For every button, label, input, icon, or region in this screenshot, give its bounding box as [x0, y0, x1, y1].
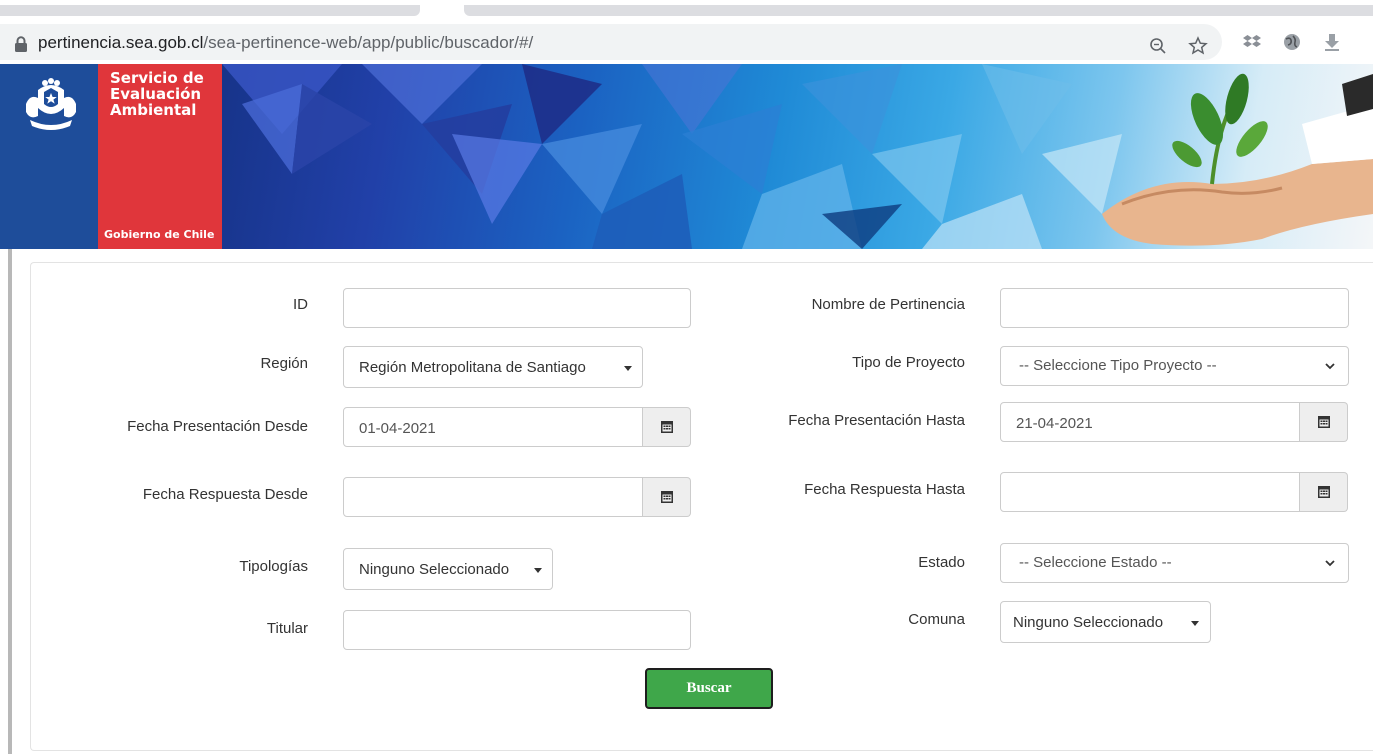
estado-select[interactable]: -- Seleccione Estado --	[1000, 543, 1349, 583]
calendar-icon	[660, 491, 673, 503]
browser-tab[interactable]	[464, 5, 1373, 16]
tipo-proyecto-selected: -- Seleccione Tipo Proyecto --	[1019, 357, 1217, 374]
gobierno-de-chile-text: Gobierno de Chile	[104, 228, 215, 241]
calendar-button[interactable]	[1300, 402, 1348, 442]
fecha-respuesta-hasta-label: Fecha Respuesta Hasta	[804, 481, 965, 498]
tipologias-dropdown[interactable]: Ninguno Seleccionado	[343, 548, 553, 590]
caret-down-icon	[534, 568, 542, 573]
fecha-respuesta-hasta-input[interactable]	[1000, 472, 1300, 512]
browser-tab[interactable]	[0, 5, 420, 16]
extension-globe-icon[interactable]	[1280, 30, 1304, 54]
chevron-down-icon	[1325, 363, 1335, 370]
calendar-icon	[1317, 416, 1330, 428]
fecha-presentacion-hasta-label: Fecha Presentación Hasta	[788, 412, 965, 429]
fecha-presentacion-desde-input[interactable]: 01-04-2021	[343, 407, 643, 447]
page-left-border	[8, 249, 12, 754]
tipologias-label: Tipologías	[239, 558, 308, 575]
calendar-icon	[660, 421, 673, 433]
fecha-presentacion-hasta-value: 21-04-2021	[1016, 415, 1093, 432]
fecha-respuesta-desde-label: Fecha Respuesta Desde	[142, 486, 308, 503]
id-label: ID	[293, 296, 308, 313]
extension-dropbox-icon[interactable]	[1240, 30, 1264, 54]
download-icon[interactable]	[1320, 30, 1344, 54]
calendar-button[interactable]	[1300, 472, 1348, 512]
calendar-icon	[1317, 486, 1330, 498]
region-label: Región	[260, 355, 308, 372]
fecha-presentacion-hasta-input[interactable]: 21-04-2021	[1000, 402, 1300, 442]
tipo-proyecto-label: Tipo de Proyecto	[852, 354, 965, 371]
url-path: /sea-pertinence-web/app/public/buscador/…	[203, 33, 534, 52]
buscar-button[interactable]: Buscar	[645, 668, 773, 709]
nombre-pertinencia-label: Nombre de Pertinencia	[811, 296, 965, 313]
browser-tabstrip	[0, 0, 1373, 20]
nombre-pertinencia-input[interactable]	[1000, 288, 1349, 328]
tipo-proyecto-select[interactable]: -- Seleccione Tipo Proyecto --	[1000, 346, 1349, 386]
site-banner: Servicio de Evaluación Ambiental Gobiern…	[0, 64, 1373, 249]
sea-logo-line: Ambiental	[110, 101, 197, 119]
caret-down-icon	[624, 366, 632, 371]
region-dropdown[interactable]: Región Metropolitana de Santiago	[343, 346, 643, 388]
bookmark-star-icon[interactable]	[1186, 34, 1210, 58]
comuna-dropdown[interactable]: Ninguno Seleccionado	[1000, 601, 1211, 643]
url-text[interactable]: pertinencia.sea.gob.cl/sea-pertinence-we…	[38, 33, 533, 53]
caret-down-icon	[1191, 621, 1199, 626]
calendar-button[interactable]	[643, 477, 691, 517]
comuna-selected: Ninguno Seleccionado	[1013, 614, 1164, 631]
fecha-respuesta-desde-input[interactable]	[343, 477, 643, 517]
banner-decoration	[222, 64, 1373, 249]
sea-logo-text[interactable]: Servicio de Evaluación Ambiental	[110, 70, 204, 118]
chile-coat-of-arms-icon	[26, 78, 76, 130]
estado-selected: -- Seleccione Estado --	[1019, 554, 1172, 571]
lock-icon[interactable]	[14, 36, 28, 52]
tipologias-selected: Ninguno Seleccionado	[359, 561, 510, 578]
zoom-icon[interactable]	[1146, 34, 1170, 58]
fecha-presentacion-desde-value: 01-04-2021	[359, 420, 436, 437]
address-bar[interactable]: pertinencia.sea.gob.cl/sea-pertinence-we…	[0, 24, 1222, 60]
comuna-label: Comuna	[908, 611, 965, 628]
browser-toolbar: pertinencia.sea.gob.cl/sea-pertinence-we…	[0, 20, 1373, 64]
titular-input[interactable]	[343, 610, 691, 650]
chevron-down-icon	[1325, 560, 1335, 567]
fecha-presentacion-desde-label: Fecha Presentación Desde	[127, 418, 308, 435]
estado-label: Estado	[918, 554, 965, 571]
titular-label: Titular	[266, 620, 308, 637]
sea-logo-line: Evaluación	[110, 85, 202, 103]
url-host: pertinencia.sea.gob.cl	[38, 33, 204, 52]
sea-logo-line: Servicio de	[110, 69, 204, 87]
region-selected: Región Metropolitana de Santiago	[359, 359, 586, 376]
id-input[interactable]	[343, 288, 691, 328]
calendar-button[interactable]	[643, 407, 691, 447]
